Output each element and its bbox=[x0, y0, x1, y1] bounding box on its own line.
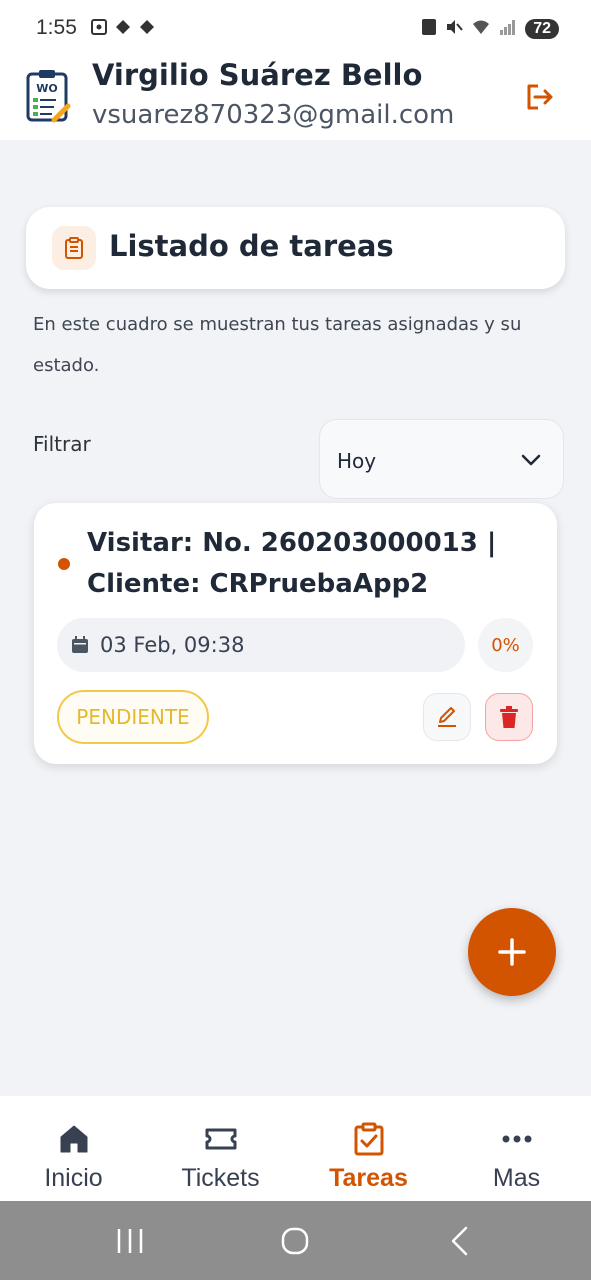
nav-item-tareas[interactable]: Tareas bbox=[295, 1096, 442, 1201]
user-email: vsuarez870323@gmail.com bbox=[92, 100, 455, 130]
mute-icon bbox=[445, 18, 463, 40]
task-progress: 0% bbox=[478, 618, 533, 672]
delete-task-button[interactable] bbox=[485, 693, 533, 741]
app-notification-icon bbox=[138, 18, 156, 36]
nav-item-inicio[interactable]: Inicio bbox=[0, 1096, 147, 1201]
status-dot bbox=[58, 558, 70, 570]
filter-selected-value: Hoy bbox=[337, 449, 377, 473]
clipboard-icon bbox=[52, 226, 96, 270]
sim-icon bbox=[421, 18, 437, 40]
calendar-icon bbox=[71, 636, 89, 654]
nav-label-mas: Mas bbox=[492, 1164, 541, 1192]
home-button[interactable] bbox=[277, 1223, 313, 1259]
signal-icon bbox=[499, 18, 517, 40]
recent-apps-button[interactable] bbox=[112, 1223, 148, 1259]
home-circle-icon bbox=[281, 1227, 309, 1255]
chevron-down-icon bbox=[519, 448, 543, 472]
recent-apps-icon bbox=[117, 1229, 143, 1253]
logout-button[interactable] bbox=[520, 78, 558, 116]
task-date: 03 Feb, 09:38 bbox=[100, 633, 245, 657]
svg-text:WO: WO bbox=[36, 82, 57, 95]
screenshot-icon bbox=[90, 18, 108, 36]
status-badge: PENDIENTE bbox=[57, 690, 209, 744]
back-button[interactable] bbox=[442, 1223, 478, 1259]
plus-icon bbox=[498, 938, 526, 966]
add-task-button[interactable] bbox=[468, 908, 556, 996]
status-time: 1:55 bbox=[36, 16, 77, 39]
filter-label: Filtrar bbox=[33, 432, 91, 456]
app-notification-icon bbox=[114, 18, 132, 36]
nav-item-tickets[interactable]: Tickets bbox=[147, 1096, 294, 1201]
status-bar: 1:55 72 bbox=[0, 0, 591, 58]
status-notification-icons bbox=[90, 18, 156, 36]
nav-item-mas[interactable]: Mas bbox=[443, 1096, 590, 1201]
nav-label-inicio: Inicio bbox=[44, 1164, 103, 1192]
battery-indicator: 72 bbox=[525, 19, 559, 39]
filter-dropdown[interactable]: Hoy bbox=[319, 419, 564, 499]
page-description: En este cuadro se muestran tus tareas as… bbox=[33, 314, 522, 376]
back-icon bbox=[451, 1226, 468, 1256]
system-navigation-bar bbox=[0, 1201, 591, 1280]
task-card[interactable]: Visitar: No. 260203000013 | Cliente: CRP… bbox=[34, 503, 557, 764]
user-name: Virgilio Suárez Bello bbox=[92, 58, 423, 92]
task-date-pill: 03 Feb, 09:38 bbox=[57, 618, 465, 672]
app-logo: WO bbox=[24, 68, 72, 124]
task-title: Visitar: No. 260203000013 | Cliente: CRP… bbox=[87, 528, 497, 599]
nav-label-tickets: Tickets bbox=[181, 1164, 260, 1192]
edit-task-button[interactable] bbox=[423, 693, 471, 741]
status-system-icons: 72 bbox=[421, 18, 559, 40]
home-icon bbox=[57, 1122, 91, 1156]
nav-label-tareas: Tareas bbox=[329, 1164, 408, 1192]
app-header: WO Virgilio Suárez Bello vsuarez870323@g… bbox=[0, 58, 591, 140]
page-title: Listado de tareas bbox=[109, 229, 394, 263]
ticket-icon bbox=[204, 1122, 238, 1156]
wifi-icon bbox=[471, 18, 491, 40]
clipboard-check-icon bbox=[352, 1122, 386, 1156]
bottom-navigation: Inicio Tickets Tareas Mas bbox=[0, 1096, 591, 1201]
trash-icon bbox=[500, 706, 518, 728]
logout-icon bbox=[527, 84, 553, 110]
more-icon bbox=[500, 1122, 534, 1156]
pencil-icon bbox=[438, 707, 456, 727]
page-title-card: Listado de tareas bbox=[26, 207, 565, 289]
